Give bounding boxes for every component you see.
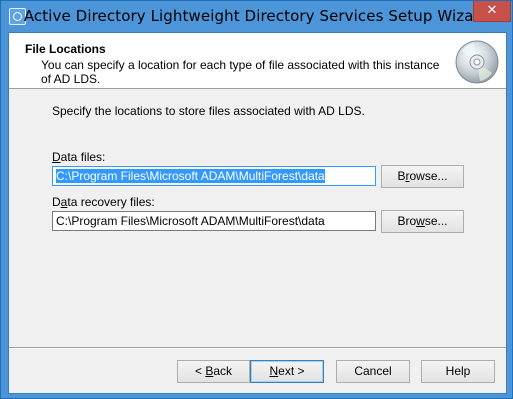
page-description: You can specify a location for each type… [41, 58, 440, 86]
page-heading: File Locations [25, 42, 106, 56]
data-files-browse-button[interactable]: Browse... [381, 165, 464, 188]
data-files-label: Data files: [52, 150, 106, 164]
back-button[interactable]: < Back [177, 360, 250, 383]
data-recovery-files-browse-button[interactable]: Browse... [381, 210, 464, 233]
instructions-text: Specify the locations to store files ass… [52, 104, 365, 118]
wizard-page: File Locations You can specify a locatio… [8, 32, 507, 394]
data-recovery-files-label: Data recovery files: [52, 195, 155, 209]
data-recovery-files-input[interactable]: C:\Program Files\Microsoft ADAM\MultiFor… [52, 211, 376, 231]
cancel-button[interactable]: Cancel [336, 360, 410, 383]
window-title: Active Directory Lightweight Directory S… [23, 7, 490, 25]
footer-separator [9, 347, 506, 349]
help-button[interactable]: Help [421, 360, 495, 383]
header-panel: File Locations You can specify a locatio… [9, 33, 506, 89]
title-bar[interactable]: Active Directory Lightweight Directory S… [1, 1, 512, 32]
data-files-input[interactable]: C:\Program Files\Microsoft ADAM\MultiFor… [52, 166, 376, 186]
wizard-window: Active Directory Lightweight Directory S… [0, 0, 513, 399]
next-button[interactable]: Next > [250, 360, 324, 383]
close-button[interactable]: ✕ [473, 1, 511, 22]
cd-disc-icon [455, 40, 499, 84]
